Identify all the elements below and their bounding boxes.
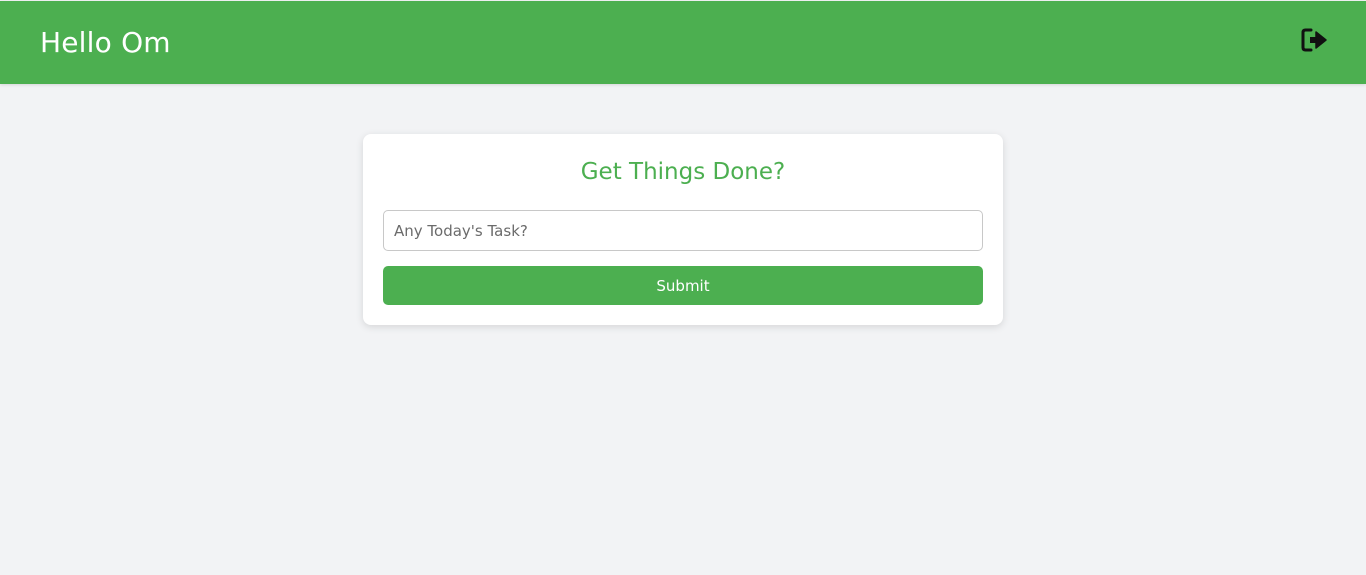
top-bar: Hello Om <box>0 1 1366 84</box>
greeting-title: Hello Om <box>40 26 171 59</box>
task-form-title: Get Things Done? <box>580 159 786 185</box>
logout-button[interactable] <box>1300 27 1328 53</box>
sign-out-icon <box>1301 28 1327 52</box>
task-input[interactable] <box>383 210 983 251</box>
task-form-card: Get Things Done? Submit <box>363 134 1003 325</box>
submit-button[interactable]: Submit <box>383 266 983 305</box>
